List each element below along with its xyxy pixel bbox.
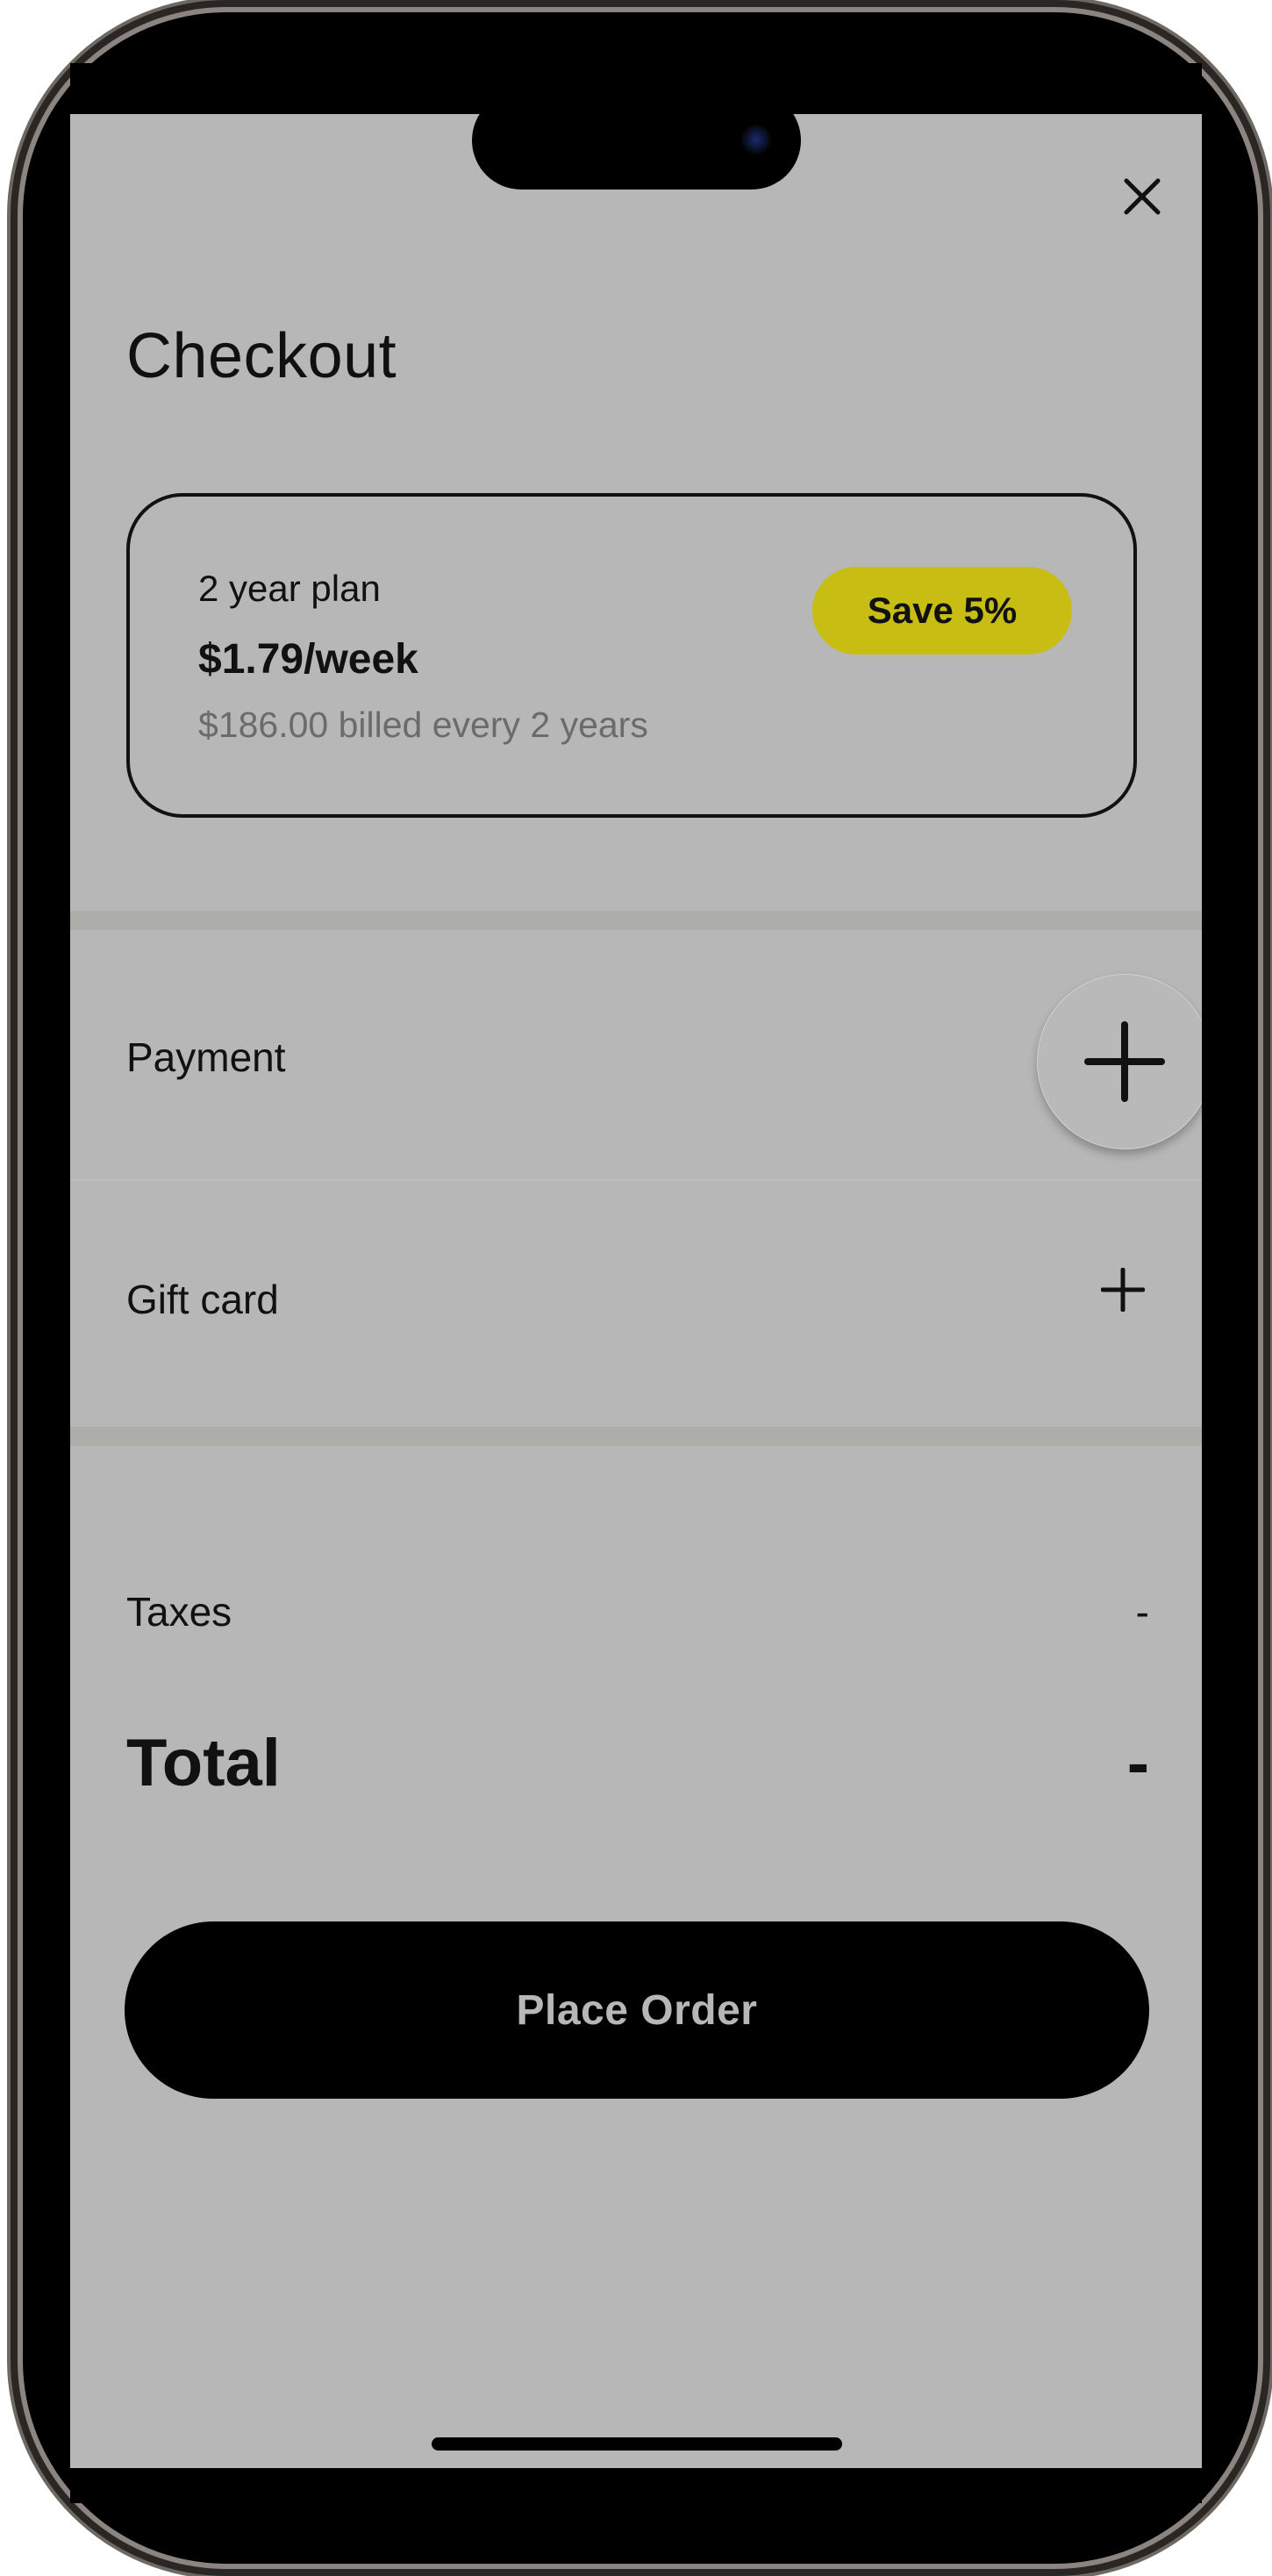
save-badge: Save 5% <box>812 567 1072 655</box>
plus-icon <box>1084 1021 1165 1102</box>
plan-card[interactable]: 2 year plan $1.79/week $186.00 billed ev… <box>126 493 1137 818</box>
add-gift-card-button[interactable] <box>1088 1255 1158 1325</box>
page-title: Checkout <box>126 321 397 391</box>
add-payment-button[interactable] <box>1037 974 1202 1149</box>
taxes-value: - <box>1135 1589 1149 1635</box>
phone-volume-up-button <box>9 625 21 811</box>
plan-price: $1.79/week <box>198 636 418 683</box>
section-divider <box>70 1427 1202 1446</box>
home-indicator <box>432 2437 842 2451</box>
row-divider <box>70 1179 1202 1181</box>
plus-icon <box>1101 1268 1145 1312</box>
section-divider <box>70 911 1202 930</box>
place-order-button[interactable]: Place Order <box>125 1921 1149 2099</box>
gift-card-label: Gift card <box>126 1277 279 1322</box>
checkout-screen: Checkout 2 year plan $1.79/week $186.00 … <box>70 114 1202 2468</box>
total-label: Total <box>126 1726 281 1800</box>
close-icon <box>1124 178 1161 215</box>
close-button[interactable] <box>1111 165 1174 228</box>
phone-action-button <box>9 456 21 547</box>
plan-billing-text: $186.00 billed every 2 years <box>198 705 648 745</box>
bottom-bezel-area <box>70 2468 1202 2503</box>
phone-volume-down-button <box>9 849 21 1035</box>
taxes-label: Taxes <box>126 1589 232 1635</box>
plan-name: 2 year plan <box>198 568 381 609</box>
total-value: - <box>1126 1726 1149 1800</box>
camera-icon <box>741 125 771 154</box>
dynamic-island <box>472 91 801 190</box>
payment-label: Payment <box>126 1034 286 1080</box>
